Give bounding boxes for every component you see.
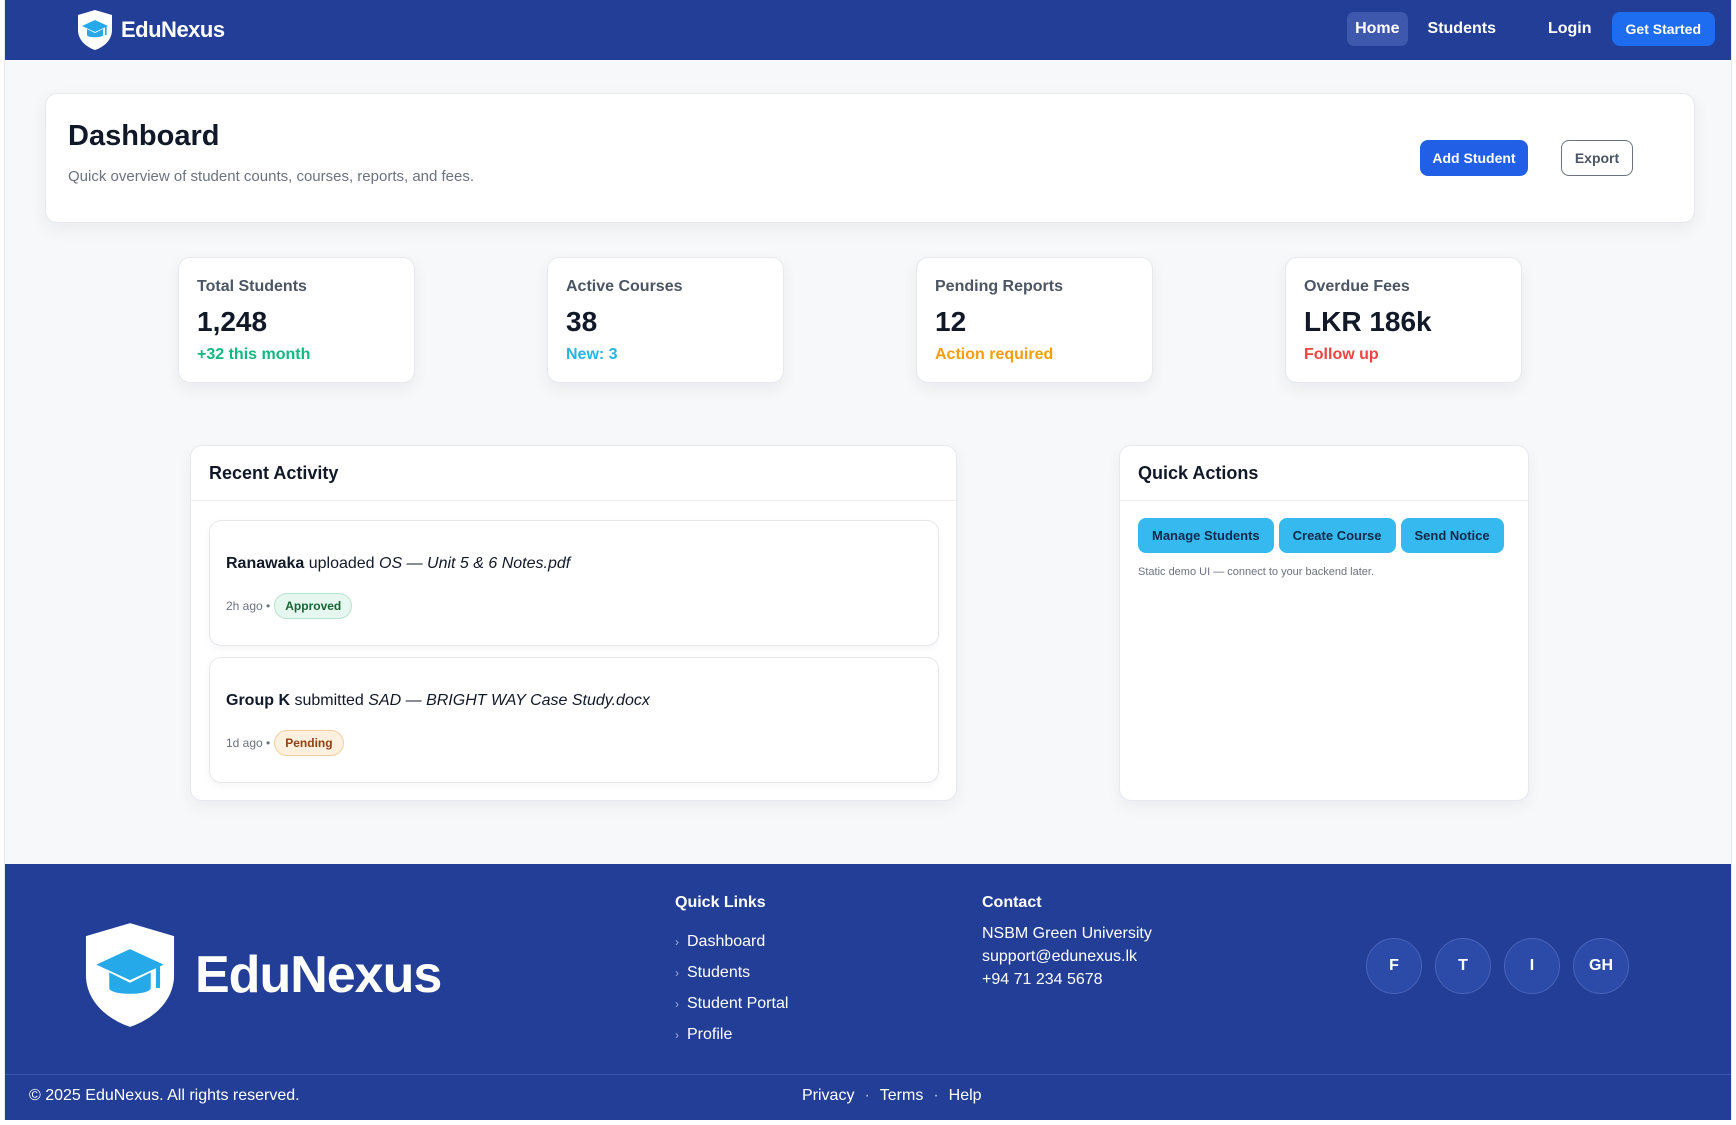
stat-label: Active Courses <box>566 278 683 295</box>
panel-title: Quick Actions <box>1120 446 1528 501</box>
help-link[interactable]: Help <box>949 1087 982 1105</box>
separator-dot: · <box>933 1087 939 1104</box>
stat-value: 12 <box>935 306 967 337</box>
activity-text: Group K submitted SAD — BRIGHT WAY Case … <box>226 692 650 710</box>
footer-link-label: Students <box>687 964 751 981</box>
stat-value: 1,248 <box>197 306 268 337</box>
quick-actions-panel: Quick Actions Manage Students Create Cou… <box>1119 445 1529 801</box>
contact-phone[interactable]: +94 71 234 5678 <box>982 968 1152 991</box>
footer-bottom-bar: © 2025 EduNexus. All rights reserved. Pr… <box>5 1074 1731 1120</box>
footer-brand-name: EduNexus <box>195 946 442 1004</box>
stat-card-active-courses: Active Courses 38 New: 3 <box>547 257 784 383</box>
quick-action-buttons: Manage Students Create Course Send Notic… <box>1138 518 1504 553</box>
brand-logo-link[interactable]: EduNexus <box>75 8 225 52</box>
stat-value: 38 <box>566 306 598 337</box>
activity-verb: uploaded <box>308 555 375 572</box>
add-student-button[interactable]: Add Student <box>1420 140 1528 176</box>
terms-link[interactable]: Terms <box>880 1087 924 1105</box>
copyright-text: © 2025 EduNexus. All rights reserved. <box>29 1087 300 1104</box>
page-title: Dashboard <box>68 120 220 152</box>
activity-item[interactable]: Ranawaka uploaded OS — Unit 5 & 6 Notes.… <box>209 520 939 646</box>
status-badge: Approved <box>274 593 353 619</box>
recent-activity-panel: Recent Activity Ranawaka uploaded OS — U… <box>190 445 957 801</box>
export-button[interactable]: Export <box>1561 140 1633 176</box>
activity-file[interactable]: SAD — BRIGHT WAY Case Study.docx <box>368 692 650 709</box>
stat-label: Total Students <box>197 278 307 295</box>
quick-links-list: › Dashboard › Students › Student Portal › Pr… <box>675 926 788 1050</box>
activity-actor: Group K <box>226 692 290 709</box>
twitter-link[interactable]: T <box>1435 938 1491 994</box>
footer-link-dashboard[interactable]: › Dashboard <box>675 926 788 957</box>
quick-links-title: Quick Links <box>675 894 766 911</box>
facebook-link[interactable]: F <box>1366 938 1422 994</box>
manage-students-button[interactable]: Manage Students <box>1138 518 1274 553</box>
stat-note: Follow up <box>1304 346 1379 363</box>
status-badge: Pending <box>274 730 344 756</box>
get-started-button[interactable]: Get Started <box>1611 12 1715 46</box>
social-links: F T I GH <box>1366 938 1629 994</box>
footer-link-profile[interactable]: › Profile <box>675 1019 788 1050</box>
footer-logo[interactable]: EduNexus <box>77 918 442 1032</box>
brand-name: EduNexus <box>121 17 225 42</box>
nav-home[interactable]: Home <box>1347 12 1408 46</box>
legal-links: Privacy · Terms · Help <box>802 1087 982 1105</box>
top-navbar: EduNexus Home Students Login Get Started <box>5 0 1731 60</box>
stat-card-pending-reports: Pending Reports 12 Action required <box>916 257 1153 383</box>
dashboard-header-card: Dashboard Quick overview of student coun… <box>45 93 1695 223</box>
footer-link-label: Dashboard <box>687 933 766 950</box>
stat-note: +32 this month <box>197 346 311 363</box>
stat-note: Action required <box>935 346 1054 363</box>
privacy-link[interactable]: Privacy <box>802 1087 854 1105</box>
activity-meta: 1d ago • Pending <box>226 730 344 756</box>
stat-note: New: 3 <box>566 346 618 363</box>
send-notice-button[interactable]: Send Notice <box>1400 518 1504 553</box>
page-subtitle: Quick overview of student counts, course… <box>68 168 475 185</box>
activity-time: 1d ago • <box>226 736 271 750</box>
activity-actor: Ranawaka <box>226 555 305 572</box>
stat-label: Pending Reports <box>935 278 1064 295</box>
create-course-button[interactable]: Create Course <box>1278 518 1396 553</box>
shield-graduation-cap-icon <box>78 10 112 50</box>
shield-graduation-cap-icon <box>85 923 175 1027</box>
activity-item[interactable]: Group K submitted SAD — BRIGHT WAY Case … <box>209 657 939 783</box>
contact-info: NSBM Green University support@edunexus.l… <box>982 922 1152 991</box>
main-nav: Home Students Login Get Started <box>1347 12 1715 46</box>
activity-time: 2h ago • <box>226 599 271 613</box>
activity-text: Ranawaka uploaded OS — Unit 5 & 6 Notes.… <box>226 555 570 573</box>
panel-title: Recent Activity <box>191 446 956 501</box>
activity-meta: 2h ago • Approved <box>226 593 353 619</box>
stat-value: LKR 186k <box>1304 306 1432 337</box>
page-frame: EduNexus Home Students Login Get Started… <box>4 0 1732 1120</box>
activity-verb: submitted <box>294 692 364 709</box>
quick-actions-note: Static demo UI — connect to your backend… <box>1138 566 1375 578</box>
separator-dot: · <box>864 1087 870 1104</box>
footer-link-student-portal[interactable]: › Student Portal <box>675 988 788 1019</box>
contact-email[interactable]: support@edunexus.lk <box>982 945 1152 968</box>
site-footer: EduNexus Quick Links › Dashboard › Student… <box>5 864 1731 1120</box>
stat-card-overdue-fees: Overdue Fees LKR 186k Follow up <box>1285 257 1522 383</box>
stat-label: Overdue Fees <box>1304 278 1410 295</box>
nav-students[interactable]: Students <box>1420 12 1504 46</box>
footer-link-students[interactable]: › Students <box>675 957 788 988</box>
github-link[interactable]: GH <box>1573 938 1629 994</box>
instagram-link[interactable]: I <box>1504 938 1560 994</box>
contact-title: Contact <box>982 894 1042 911</box>
nav-login[interactable]: Login <box>1540 12 1600 46</box>
activity-file[interactable]: OS — Unit 5 & 6 Notes.pdf <box>379 555 570 572</box>
chevron-right-icon: › <box>675 997 679 1011</box>
stat-card-total-students: Total Students 1,248 +32 this month <box>178 257 415 383</box>
chevron-right-icon: › <box>675 1028 679 1042</box>
chevron-right-icon: › <box>675 966 679 980</box>
chevron-right-icon: › <box>675 935 679 949</box>
contact-organization: NSBM Green University <box>982 925 1152 942</box>
footer-link-label: Profile <box>687 1026 733 1043</box>
footer-link-label: Student Portal <box>687 995 789 1012</box>
